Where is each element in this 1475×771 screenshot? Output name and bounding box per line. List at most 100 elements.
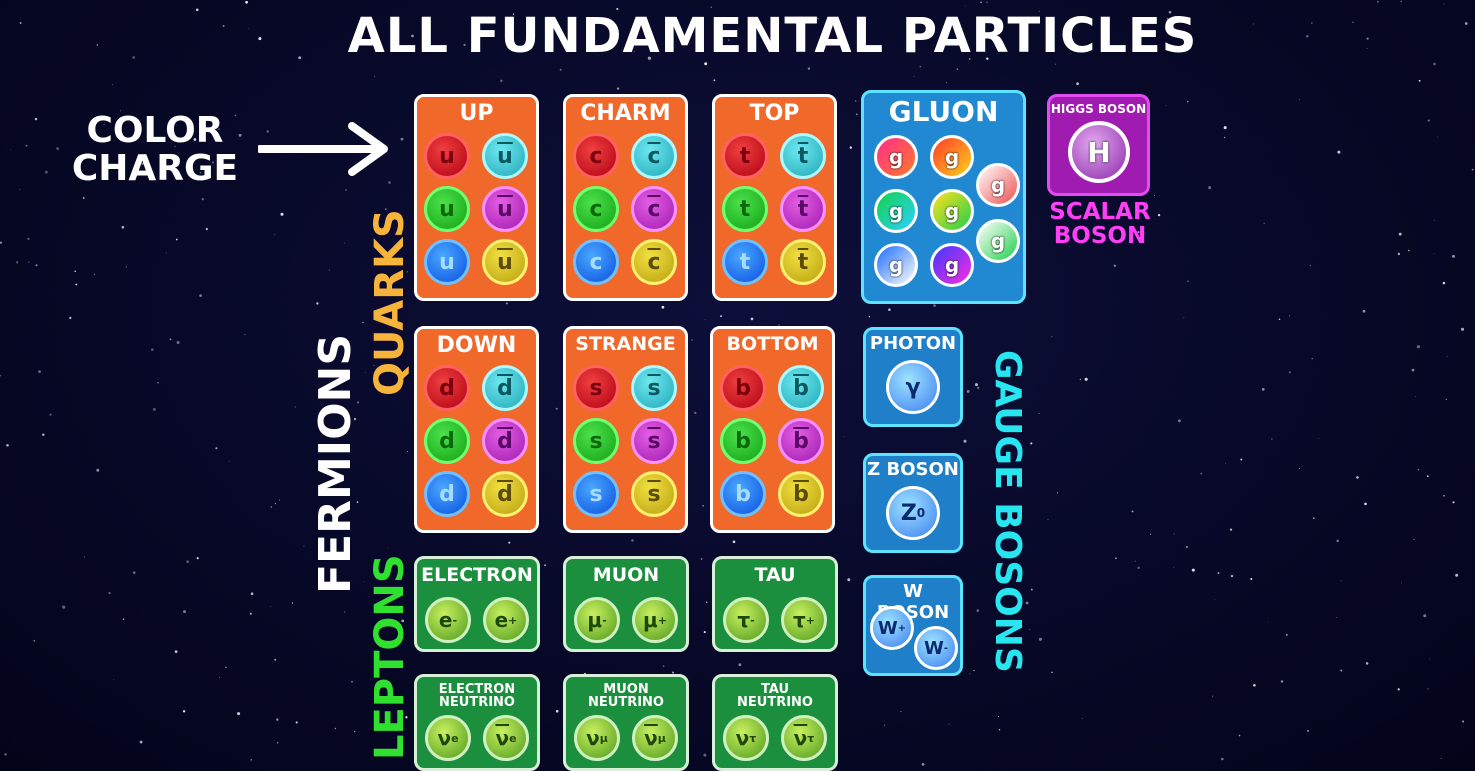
gluon-card: GLUON g g g g g g g g — [861, 90, 1026, 304]
quark-green-ball: s — [573, 418, 619, 464]
photon-name: PHOTON — [869, 333, 957, 354]
antiquark-magenta-ball: d — [482, 418, 528, 464]
lepton-card-muon: MUON μ - μ + — [563, 556, 689, 652]
quark-red-ball: s — [573, 365, 619, 411]
neutrino-ball: ντ — [723, 715, 769, 761]
neutrino-ball: νe — [425, 715, 471, 761]
gluon-ball: g — [976, 163, 1020, 207]
z-boson-ball: Z0 — [886, 486, 940, 540]
neutrino-name-line2: NEUTRINO — [588, 695, 664, 710]
quark-green-ball: d — [424, 418, 470, 464]
antiquark-yellow-ball: s — [631, 471, 677, 517]
quark-blue-ball: c — [573, 239, 619, 285]
lepton-card-electron: ELECTRON e - e + — [414, 556, 540, 652]
quark-card-strange: STRANGE s s s s s s — [563, 326, 688, 533]
arrow-right-icon — [258, 122, 388, 176]
antiquark-yellow-ball: t — [780, 239, 826, 285]
antiquark-cyan-ball: s — [631, 365, 677, 411]
scalar-boson-label: SCALAR BOSON — [1049, 199, 1151, 249]
gauge-bosons-label: GAUGE BOSONS — [987, 350, 1028, 673]
quark-card-up: UP u u u u u u — [414, 94, 539, 301]
photon-ball: γ — [886, 360, 940, 414]
w-minus-ball: W- — [914, 626, 958, 670]
neutrino-card-tau: TAU NEUTRINO ν τ ν τ — [712, 674, 838, 771]
z-boson-name: Z BOSON — [867, 459, 959, 480]
lepton-antiparticle-ball: τ + — [781, 597, 827, 643]
antiquark-magenta-ball: t — [780, 186, 826, 232]
quark-blue-ball: d — [424, 471, 470, 517]
quark-name: TOP — [749, 101, 800, 126]
antiquark-magenta-ball: b — [778, 418, 824, 464]
gluon-ball: g — [874, 243, 918, 287]
lepton-name: MUON — [592, 564, 660, 586]
quark-green-ball: u — [424, 186, 470, 232]
quark-name: UP — [459, 101, 494, 126]
quark-blue-ball: s — [573, 471, 619, 517]
gluon-ball: g — [930, 243, 974, 287]
w-boson-card: W BOSON W + W - — [863, 575, 963, 676]
antiquark-cyan-ball: t — [780, 133, 826, 179]
quark-green-ball: t — [722, 186, 768, 232]
quark-card-down: DOWN d d d d d d — [414, 326, 539, 533]
quark-red-ball: d — [424, 365, 470, 411]
antiquark-magenta-ball: u — [482, 186, 528, 232]
antineutrino-ball: νe — [483, 715, 529, 761]
antiquark-cyan-ball: c — [631, 133, 677, 179]
quark-card-top: TOP t t t t t t — [712, 94, 837, 301]
quark-red-ball: c — [573, 133, 619, 179]
lepton-card-tau: TAU τ - τ + — [712, 556, 838, 652]
quark-card-charm: CHARM c c c c c c — [563, 94, 688, 301]
higgs-card: HIGGS BOSON H — [1047, 94, 1150, 196]
antineutrino-ball: ντ — [781, 715, 827, 761]
lepton-antiparticle-ball: μ + — [632, 597, 678, 643]
antiquark-yellow-ball: u — [482, 239, 528, 285]
neutrino-card-electron: ELECTRON NEUTRINO ν e ν e — [414, 674, 540, 771]
antiquark-cyan-ball: u — [482, 133, 528, 179]
quark-name: BOTTOM — [726, 333, 819, 355]
lepton-particle-ball: τ- — [723, 597, 769, 643]
higgs-ball: H — [1068, 121, 1130, 183]
lepton-name: ELECTRON — [421, 564, 533, 586]
gluon-ball: g — [874, 135, 918, 179]
quark-green-ball: c — [573, 186, 619, 232]
quark-name: DOWN — [436, 333, 517, 358]
antineutrino-ball: νμ — [632, 715, 678, 761]
gluon-ball: g — [874, 189, 918, 233]
lepton-antiparticle-ball: e + — [483, 597, 529, 643]
quark-red-ball: b — [720, 365, 766, 411]
quark-blue-ball: t — [722, 239, 768, 285]
quark-name: STRANGE — [575, 333, 676, 355]
gluon-name: GLUON — [888, 95, 999, 128]
quark-red-ball: u — [424, 133, 470, 179]
quarks-label: QUARKS — [367, 209, 413, 396]
antiquark-magenta-ball: s — [631, 418, 677, 464]
higgs-name: HIGGS BOSON — [1050, 102, 1147, 116]
quark-name: CHARM — [580, 101, 671, 126]
antiquark-yellow-ball: c — [631, 239, 677, 285]
neutrino-name: ELECTRON NEUTRINO — [417, 683, 537, 709]
gluon-ball: g — [930, 189, 974, 233]
antiquark-cyan-ball: d — [482, 365, 528, 411]
quark-blue-ball: b — [720, 471, 766, 517]
neutrino-card-muon: MUON NEUTRINO ν μ ν μ — [563, 674, 689, 771]
neutrino-name-line2: NEUTRINO — [439, 695, 515, 710]
antiquark-yellow-ball: b — [778, 471, 824, 517]
neutrino-name: MUON NEUTRINO — [566, 683, 686, 709]
lepton-particle-ball: μ- — [574, 597, 620, 643]
quark-blue-ball: u — [424, 239, 470, 285]
color-charge-label: COLOR CHARGE — [71, 110, 239, 189]
antiquark-magenta-ball: c — [631, 186, 677, 232]
photon-card: PHOTON γ — [863, 327, 963, 427]
lepton-name: TAU — [754, 564, 796, 586]
quark-red-ball: t — [722, 133, 768, 179]
gluon-ball: g — [976, 219, 1020, 263]
gluon-ball: g — [930, 135, 974, 179]
lepton-particle-ball: e- — [425, 597, 471, 643]
quark-card-bottom: BOTTOM b b b b b b — [710, 326, 835, 533]
quark-green-ball: b — [720, 418, 766, 464]
neutrino-name: TAU NEUTRINO — [715, 683, 835, 709]
antiquark-cyan-ball: b — [778, 365, 824, 411]
antiquark-yellow-ball: d — [482, 471, 528, 517]
neutrino-name-line2: NEUTRINO — [737, 695, 813, 710]
page-title: ALL FUNDAMENTAL PARTICLES — [347, 8, 1198, 64]
